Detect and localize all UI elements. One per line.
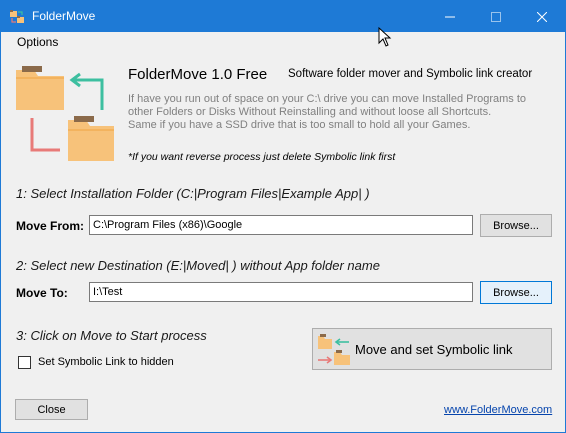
reverse-note: *If you want reverse process just delete…: [128, 151, 396, 163]
minimize-button[interactable]: [427, 1, 473, 32]
browse-from-button[interactable]: Browse...: [480, 214, 552, 237]
hidden-symlink-checkbox[interactable]: [18, 356, 31, 369]
menu-options[interactable]: Options: [10, 35, 65, 49]
close-button[interactable]: Close: [15, 399, 88, 420]
folder-move-icon: [318, 334, 350, 365]
maximize-button[interactable]: [473, 1, 519, 32]
tagline: Software folder mover and Symbolic link …: [288, 68, 533, 80]
app-icon: [10, 10, 24, 23]
minimize-icon: [445, 16, 455, 17]
step1-label: 1: Select Installation Folder (C:|Progra…: [16, 186, 370, 201]
app-name: FolderMove 1.0 Free: [128, 66, 268, 83]
title-bar[interactable]: FolderMove: [1, 1, 565, 32]
website-link[interactable]: www.FolderMove.com: [444, 404, 552, 416]
move-button-label: Move and set Symbolic link: [355, 342, 513, 357]
header: FolderMove 1.0 Free Software folder move…: [1, 53, 565, 171]
step3-label: 3: Click on Move to Start process: [16, 328, 207, 343]
step2-label: 2: Select new Destination (E:|Moved| ) w…: [16, 258, 380, 273]
description-line: If have you run out of space on your C:\…: [128, 93, 527, 105]
move-from-input[interactable]: [89, 215, 473, 235]
browse-to-button[interactable]: Browse...: [480, 281, 552, 304]
move-button[interactable]: Move and set Symbolic link: [312, 328, 552, 370]
hidden-symlink-label[interactable]: Set Symbolic Link to hidden: [38, 356, 174, 368]
move-from-label: Move From:: [16, 219, 85, 233]
close-window-button[interactable]: [519, 1, 565, 32]
maximize-icon: [491, 11, 501, 22]
mouse-cursor-icon: [378, 27, 392, 47]
close-icon: [537, 11, 547, 22]
folder-move-illustration-icon: [16, 66, 114, 161]
move-to-input[interactable]: [89, 282, 473, 302]
description-line: Same if you have a SSD drive that is too…: [128, 119, 471, 131]
menu-bar: Options: [1, 32, 565, 53]
window-title: FolderMove: [32, 9, 96, 23]
description: If have you run out of space on your C:\…: [128, 93, 548, 132]
app-window: FolderMove Options FolderMove 1.0 Free S…: [0, 0, 566, 433]
move-to-label: Move To:: [16, 286, 68, 300]
description-line: other Folders or Disks Without Reinstall…: [128, 106, 492, 118]
